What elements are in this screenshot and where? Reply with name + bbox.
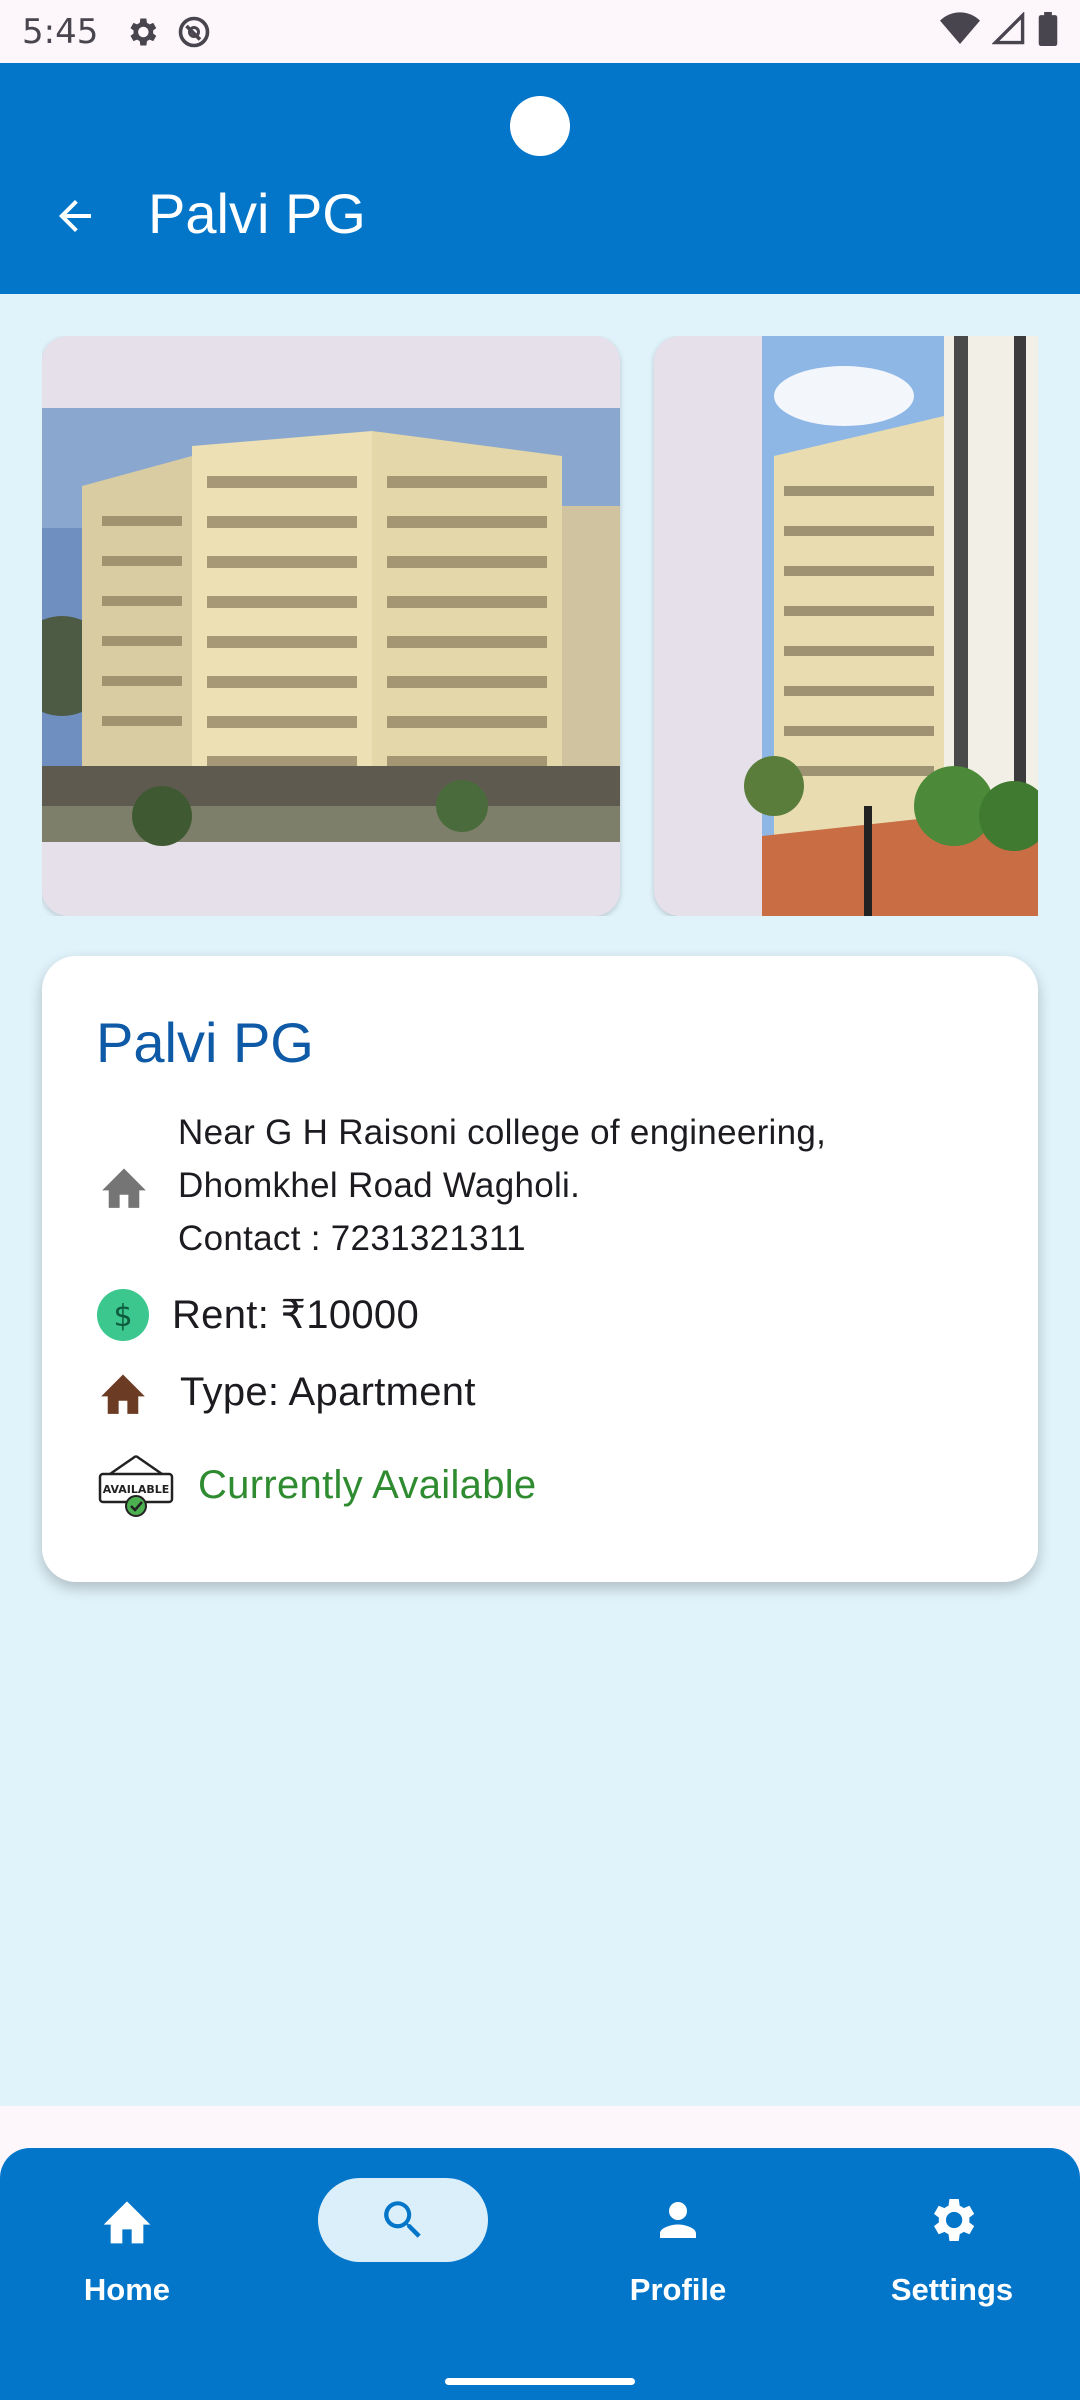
house-icon bbox=[96, 1368, 150, 1416]
bottom-navigation: Home Profile Settings bbox=[0, 2148, 1080, 2400]
svg-text:AVAILABLE: AVAILABLE bbox=[103, 1483, 170, 1496]
nav-item-profile[interactable]: Profile bbox=[578, 2178, 778, 2328]
type-text: Type: Apartment bbox=[180, 1369, 476, 1414]
available-sign-icon: AVAILABLE bbox=[96, 1452, 176, 1518]
address-line-1: Near G H Raisoni college of engineering, bbox=[178, 1113, 827, 1152]
person-icon bbox=[593, 2178, 763, 2262]
status-bar: 5:45 bbox=[0, 0, 1080, 63]
wifi-icon bbox=[940, 12, 980, 51]
gear-icon bbox=[124, 14, 160, 50]
app-bar: Palvi PG bbox=[0, 63, 1080, 294]
nav-item-home[interactable]: Home bbox=[27, 2178, 227, 2328]
content-area: Palvi PG Near G H Raisoni college of eng… bbox=[0, 294, 1080, 2106]
nav-item-search[interactable] bbox=[303, 2178, 503, 2328]
photo-card[interactable] bbox=[42, 336, 620, 916]
nav-label: Home bbox=[83, 2272, 171, 2307]
home-icon bbox=[96, 1162, 152, 1210]
contact-text: Contact : 7231321311 bbox=[178, 1219, 526, 1258]
details-card: Palvi PG Near G H Raisoni college of eng… bbox=[42, 956, 1038, 1582]
page-title: Palvi PG bbox=[148, 182, 366, 245]
home-icon bbox=[42, 2178, 212, 2262]
nav-item-settings[interactable]: Settings bbox=[852, 2178, 1052, 2328]
gesture-bar[interactable] bbox=[445, 2378, 635, 2385]
signal-icon bbox=[991, 11, 1026, 51]
search-icon bbox=[318, 2178, 488, 2262]
do-not-disturb-icon bbox=[176, 14, 212, 50]
nav-label: Settings bbox=[890, 2272, 1014, 2307]
nav-label: Profile bbox=[629, 2272, 727, 2307]
pg-name: Palvi PG bbox=[96, 1011, 314, 1074]
svg-text:$: $ bbox=[113, 1299, 132, 1334]
battery-icon bbox=[1038, 12, 1058, 51]
apartment-building-photo bbox=[42, 408, 620, 846]
back-button[interactable] bbox=[40, 183, 110, 253]
money-bag-icon: $ bbox=[96, 1288, 150, 1342]
apartment-building-photo bbox=[744, 336, 1038, 916]
type-row: Type: Apartment bbox=[96, 1368, 476, 1416]
rent-text: Rent: ₹10000 bbox=[172, 1293, 419, 1337]
availability-row: AVAILABLE Currently Available bbox=[96, 1452, 536, 1518]
status-time: 5:45 bbox=[22, 11, 99, 52]
photo-gallery[interactable] bbox=[42, 336, 1038, 916]
address-line-2: Dhomkhel Road Wagholi. bbox=[178, 1166, 581, 1205]
camera-cutout bbox=[510, 96, 570, 156]
availability-text: Currently Available bbox=[198, 1462, 537, 1507]
rent-row: $ Rent: ₹10000 bbox=[96, 1288, 419, 1342]
address-row: Near G H Raisoni college of engineering,… bbox=[96, 1106, 826, 1265]
arrow-back-icon bbox=[51, 192, 99, 245]
settings-icon bbox=[867, 2178, 1037, 2262]
photo-card[interactable] bbox=[654, 336, 1038, 916]
